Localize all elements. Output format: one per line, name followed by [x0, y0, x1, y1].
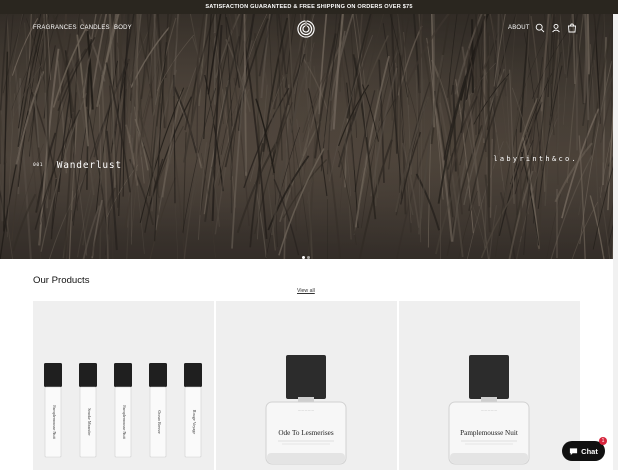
nav-fragrances[interactable]: FRAGRANCES	[33, 25, 77, 31]
nav-candles[interactable]: CANDLES	[80, 25, 110, 31]
vial-cap	[149, 363, 167, 387]
cart-icon[interactable]	[567, 23, 577, 33]
bottle-image: — — — — — Pamplemousse Nuit	[448, 355, 530, 465]
hero-slide-caption: 001 Wanderlust	[33, 155, 122, 174]
announcement-bar: SATISFACTION GUARANTEED & FREE SHIPPING …	[0, 0, 618, 14]
vial-cap	[114, 363, 132, 387]
nav-body[interactable]: BODY	[114, 25, 132, 31]
hero-slide-number: 001	[33, 163, 44, 168]
bottle-image: — — — — — Ode To Lesmerises	[265, 355, 347, 465]
vial-cap	[44, 363, 62, 387]
logo-icon[interactable]	[297, 20, 315, 38]
vial-label: Pamplemousse Nuit	[122, 405, 127, 439]
svg-text:— — — — —: — — — — —	[298, 409, 314, 412]
product-card-sampler[interactable]: Pamplemousse Nuit Smoke Meander Pamplemous…	[33, 301, 214, 470]
account-icon[interactable]	[551, 23, 561, 33]
announcement-text: SATISFACTION GUARANTEED & FREE SHIPPING …	[205, 4, 413, 10]
chat-icon	[570, 447, 578, 455]
hero-slide-title: Wanderlust	[56, 160, 122, 171]
vial-cap	[79, 363, 97, 387]
svg-text:— — — — —: — — — — —	[481, 409, 497, 412]
hero-banner: 001 Wanderlust labyrinth&co.	[0, 14, 613, 259]
product-card-ode-to-lesmerises[interactable]: — — — — — Ode To Lesmerises	[216, 301, 397, 470]
vial-label: Smoke Meander	[87, 408, 92, 436]
vial-label: Pamplemousse Nuit	[52, 405, 57, 439]
sampler-image: Pamplemousse Nuit Smoke Meander Pamplemous…	[44, 363, 202, 458]
hero-brand-text: labyrinth&co.	[493, 155, 578, 163]
bottle-cap	[286, 355, 326, 399]
page-scrollbar[interactable]	[613, 14, 618, 470]
slide-dots	[302, 256, 310, 259]
slide-dot-1[interactable]	[302, 256, 305, 259]
vial-label: Ocean Breeze	[157, 410, 162, 434]
view-all-link[interactable]: View all	[297, 288, 315, 294]
search-icon[interactable]	[535, 23, 545, 33]
chat-label: Chat	[581, 446, 598, 456]
hero-grass-image	[0, 14, 613, 259]
slide-dot-2[interactable]	[307, 256, 310, 259]
product-card-pamplemousse-nuit[interactable]: — — — — — Pamplemousse Nuit	[399, 301, 580, 470]
vial-label: Rouge Voyage	[192, 410, 197, 435]
chat-badge: 1	[599, 437, 607, 445]
bottle-cap	[469, 355, 509, 399]
bottle-label: Ode To Lesmerises	[278, 429, 333, 437]
bottle-label: Pamplemousse Nuit	[460, 429, 518, 437]
vial-cap	[184, 363, 202, 387]
header-nav: FRAGRANCES CANDLES BODY ABOUT	[0, 14, 613, 44]
chat-button[interactable]: Chat	[562, 441, 605, 461]
section-title: Our Products	[33, 275, 90, 286]
nav-about[interactable]: ABOUT	[508, 25, 530, 31]
